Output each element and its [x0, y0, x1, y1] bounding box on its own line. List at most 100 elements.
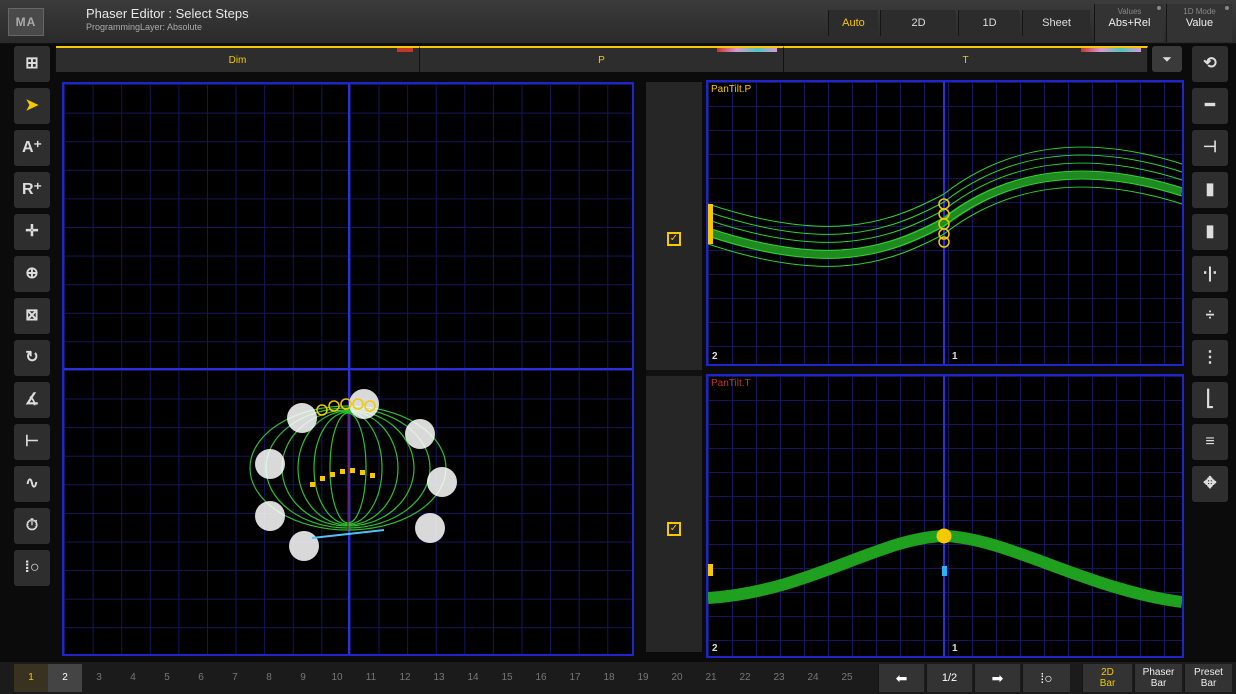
- step-button[interactable]: 11: [354, 664, 388, 692]
- 2d-button[interactable]: 2D: [880, 10, 956, 36]
- add-window-icon[interactable]: ⊞: [14, 46, 50, 82]
- add-relative-icon[interactable]: R⁺: [14, 172, 50, 208]
- step-settings-button[interactable]: ⁞○: [1022, 664, 1070, 692]
- tilt-graph[interactable]: PanTilt.T 2 1: [706, 374, 1184, 658]
- page-indicator[interactable]: 1/2: [926, 664, 972, 692]
- step-button[interactable]: 7: [218, 664, 252, 692]
- center-icon[interactable]: ✥: [1192, 466, 1228, 502]
- sheet-button[interactable]: Sheet: [1022, 10, 1090, 36]
- ma-logo[interactable]: MA: [8, 8, 44, 36]
- pan-graph[interactable]: PanTilt.P 2 1: [706, 80, 1184, 366]
- filter-button[interactable]: ⏷: [1152, 46, 1182, 72]
- add-absolute-icon[interactable]: A⁺: [14, 130, 50, 166]
- step-button[interactable]: 17: [558, 664, 592, 692]
- step-button[interactable]: 20: [660, 664, 694, 692]
- tab-tilt[interactable]: T: [784, 46, 1148, 72]
- cyan-step-trail: [311, 529, 385, 539]
- tab-pan[interactable]: P: [420, 46, 784, 72]
- step-button[interactable]: 6: [184, 664, 218, 692]
- step-button[interactable]: 22: [728, 664, 762, 692]
- step-button[interactable]: 16: [524, 664, 558, 692]
- bar-line2: Bar: [1099, 678, 1116, 689]
- divide-icon[interactable]: ÷: [1192, 298, 1228, 334]
- split-icon[interactable]: ⋅|⋅: [1192, 256, 1228, 292]
- export-icon[interactable]: ▮: [1192, 214, 1228, 250]
- preset-bar-button[interactable]: Preset Bar: [1184, 664, 1232, 692]
- tilt-selected-handle[interactable]: [936, 528, 952, 544]
- title-bar: MA Phaser Editor : Select Steps Programm…: [0, 0, 1236, 44]
- phaser-2d-view[interactable]: [62, 82, 634, 656]
- step-button[interactable]: 25: [830, 664, 864, 692]
- corner-dot-icon: [1225, 6, 1229, 10]
- step-button[interactable]: 2: [864, 664, 876, 692]
- select-arrow-icon[interactable]: ➤: [14, 88, 50, 124]
- stack-icon[interactable]: ≡: [1192, 424, 1228, 460]
- width-icon[interactable]: ⊢: [14, 424, 50, 460]
- grid-select-icon[interactable]: ⊠: [14, 298, 50, 334]
- auto-button[interactable]: Auto: [828, 10, 878, 36]
- step-button[interactable]: 5: [150, 664, 184, 692]
- tab-color-marker: [717, 48, 777, 52]
- transition-icon[interactable]: ∿: [14, 466, 50, 502]
- step-button[interactable]: 21: [694, 664, 728, 692]
- step-button[interactable]: 15: [490, 664, 524, 692]
- tab-dim[interactable]: Dim: [56, 46, 420, 72]
- window-subtitle: ProgrammingLayer: Absolute: [86, 22, 203, 32]
- tab-color-marker: [1081, 48, 1141, 52]
- phase-icon[interactable]: ⎣: [1192, 382, 1228, 418]
- 1d-mode-button[interactable]: 1D Mode Value: [1166, 4, 1232, 42]
- spread-icon[interactable]: ⋮: [1192, 340, 1228, 376]
- step-settings-icon: ⁞○: [1040, 670, 1053, 686]
- step-button[interactable]: 23: [762, 664, 796, 692]
- phaser-bar-button[interactable]: Phaser Bar: [1134, 664, 1182, 692]
- attribute-tabs: Dim P T: [56, 46, 1148, 72]
- tilt-graph-drawing[interactable]: [708, 376, 1182, 656]
- 2d-bar-button[interactable]: 2D Bar: [1082, 664, 1132, 692]
- tab-label: P: [598, 55, 605, 66]
- tab-label: T: [962, 55, 969, 66]
- pan-enable-checkbox[interactable]: ✓: [667, 232, 681, 246]
- step-button[interactable]: 8: [252, 664, 286, 692]
- step-button[interactable]: 2: [48, 664, 82, 692]
- step-button[interactable]: 9: [286, 664, 320, 692]
- step-settings-icon[interactable]: ⁞○: [14, 550, 50, 586]
- tilt-enable-checkbox[interactable]: ✓: [667, 522, 681, 536]
- phaser-2d-drawing[interactable]: [64, 84, 636, 658]
- step-button[interactable]: 1: [14, 664, 48, 692]
- timer-icon[interactable]: ⏱: [14, 508, 50, 544]
- minus-icon[interactable]: ━: [1192, 88, 1228, 124]
- pan-label-mid: 1: [952, 351, 958, 362]
- pan-start-marker: [708, 204, 713, 244]
- step-button[interactable]: 24: [796, 664, 830, 692]
- align-left-icon[interactable]: ⊣: [1192, 130, 1228, 166]
- step-button[interactable]: 3: [82, 664, 116, 692]
- pan-label-left: 2: [712, 351, 718, 362]
- angle-icon[interactable]: ∡: [14, 382, 50, 418]
- step-button[interactable]: 13: [422, 664, 456, 692]
- next-page-button[interactable]: ➡: [974, 664, 1020, 692]
- step-button[interactable]: 10: [320, 664, 354, 692]
- filter-icon: ⏷: [1162, 52, 1172, 66]
- right-toolbar: ⟲ ━ ⊣ ▮ ▮ ⋅|⋅ ÷ ⋮ ⎣ ≡ ✥: [1190, 46, 1230, 502]
- step-button[interactable]: 14: [456, 664, 490, 692]
- crosshair-icon[interactable]: ⊕: [14, 256, 50, 292]
- step-button[interactable]: 19: [626, 664, 660, 692]
- bar-line2: Bar: [1150, 678, 1167, 689]
- import-icon[interactable]: ▮: [1192, 172, 1228, 208]
- pan-graph-drawing[interactable]: [708, 82, 1182, 364]
- prev-page-button[interactable]: ⬅: [878, 664, 924, 692]
- step-handles[interactable]: [255, 389, 457, 561]
- tab-color-marker: [397, 48, 413, 52]
- step-button[interactable]: 18: [592, 664, 626, 692]
- reset-icon[interactable]: ⟲: [1192, 46, 1228, 82]
- step-button[interactable]: 12: [388, 664, 422, 692]
- move-icon[interactable]: ✛: [14, 214, 50, 250]
- window-title: Phaser Editor : Select Steps: [86, 6, 249, 21]
- values-label: Values: [1117, 7, 1142, 16]
- tilt-start-marker: [708, 564, 713, 576]
- left-toolbar: ⊞ ➤ A⁺ R⁺ ✛ ⊕ ⊠ ↻ ∡ ⊢ ∿ ⏱ ⁞○: [12, 46, 52, 586]
- values-button[interactable]: Values Abs+Rel: [1094, 4, 1164, 42]
- step-button[interactable]: 4: [116, 664, 150, 692]
- rotate-icon[interactable]: ↻: [14, 340, 50, 376]
- 1d-button[interactable]: 1D: [958, 10, 1020, 36]
